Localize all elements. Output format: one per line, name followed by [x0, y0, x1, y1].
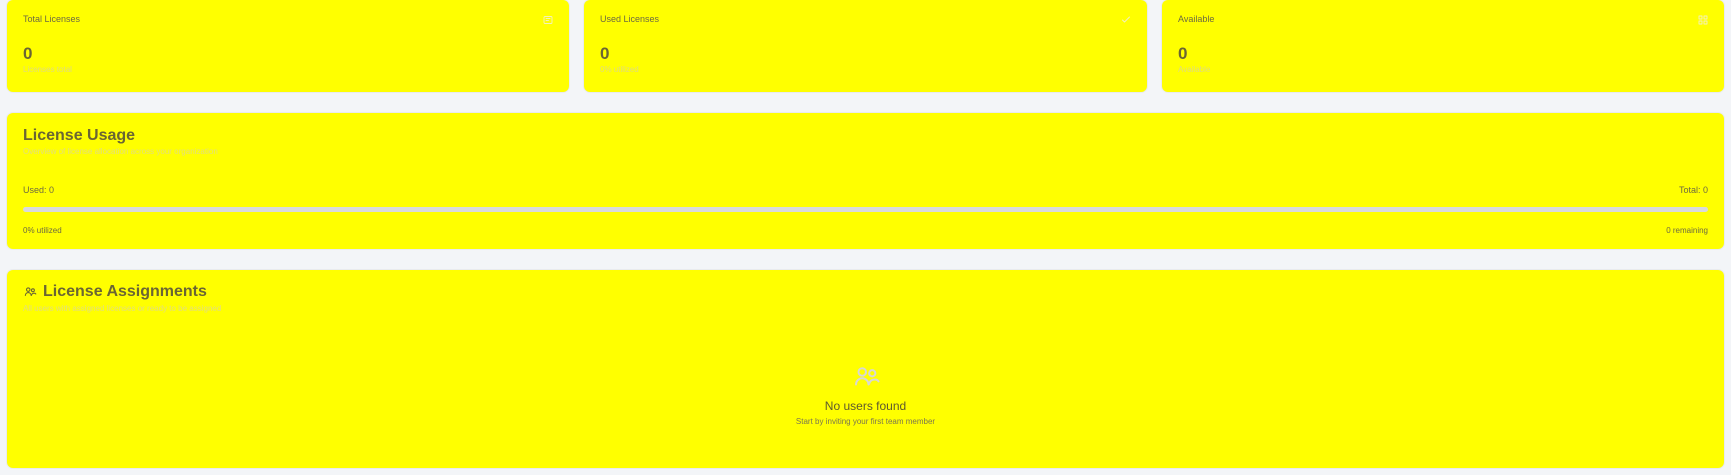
stat-title-total-licenses: Total Licenses [23, 14, 81, 24]
license-usage-title: License Usage [23, 127, 136, 144]
stat-subtitle-used-licenses: 0% utilized [600, 65, 639, 74]
stat-subtitle-available: Available [1178, 65, 1211, 74]
empty-state: No users found Start by inviting your fi… [7, 362, 1724, 426]
remaining-label: 0 remaining [1666, 226, 1708, 235]
license-assignments-card: License Assignments All users with assig… [7, 270, 1724, 468]
stat-title-available: Available [1178, 14, 1215, 24]
used-count-label: Used: 0 [23, 185, 55, 195]
stat-value-available: 0 [1178, 44, 1188, 63]
stat-subtitle-total-licenses: Licenses total [23, 65, 72, 74]
license-assignments-header: License Assignments [23, 284, 207, 300]
license-assignments-subtitle: All users with assigned licenses or read… [23, 304, 222, 313]
stat-value-used-licenses: 0 [600, 44, 610, 63]
license-usage-subtitle: Overview of license allocation across yo… [23, 147, 218, 156]
utilized-label: 0% utilized [23, 226, 62, 235]
empty-state-subtitle: Start by inviting your first team member [795, 417, 936, 426]
license-usage-card: License Usage Overview of license alloca… [7, 113, 1724, 249]
grid-icon [1696, 13, 1710, 27]
stat-card-total-licenses: Total Licenses 0 Licenses total [7, 0, 569, 92]
total-count-label: Total: 0 [1678, 185, 1708, 195]
stat-value-total-licenses: 0 [23, 44, 33, 63]
users-icon [851, 362, 881, 392]
license-assignments-title: License Assignments [43, 283, 207, 300]
stat-card-available: Available 0 Available [1162, 0, 1724, 92]
stat-card-used-licenses: Used Licenses 0 0% utilized [584, 0, 1147, 92]
license-icon [541, 13, 555, 27]
license-usage-progress [23, 207, 1708, 212]
license-dashboard: Total Licenses 0 Licenses total Used Lic… [0, 0, 1731, 475]
empty-state-title: No users found [824, 399, 907, 413]
stat-title-used-licenses: Used Licenses [600, 14, 660, 24]
users-icon [23, 285, 37, 299]
check-icon [1119, 13, 1133, 27]
